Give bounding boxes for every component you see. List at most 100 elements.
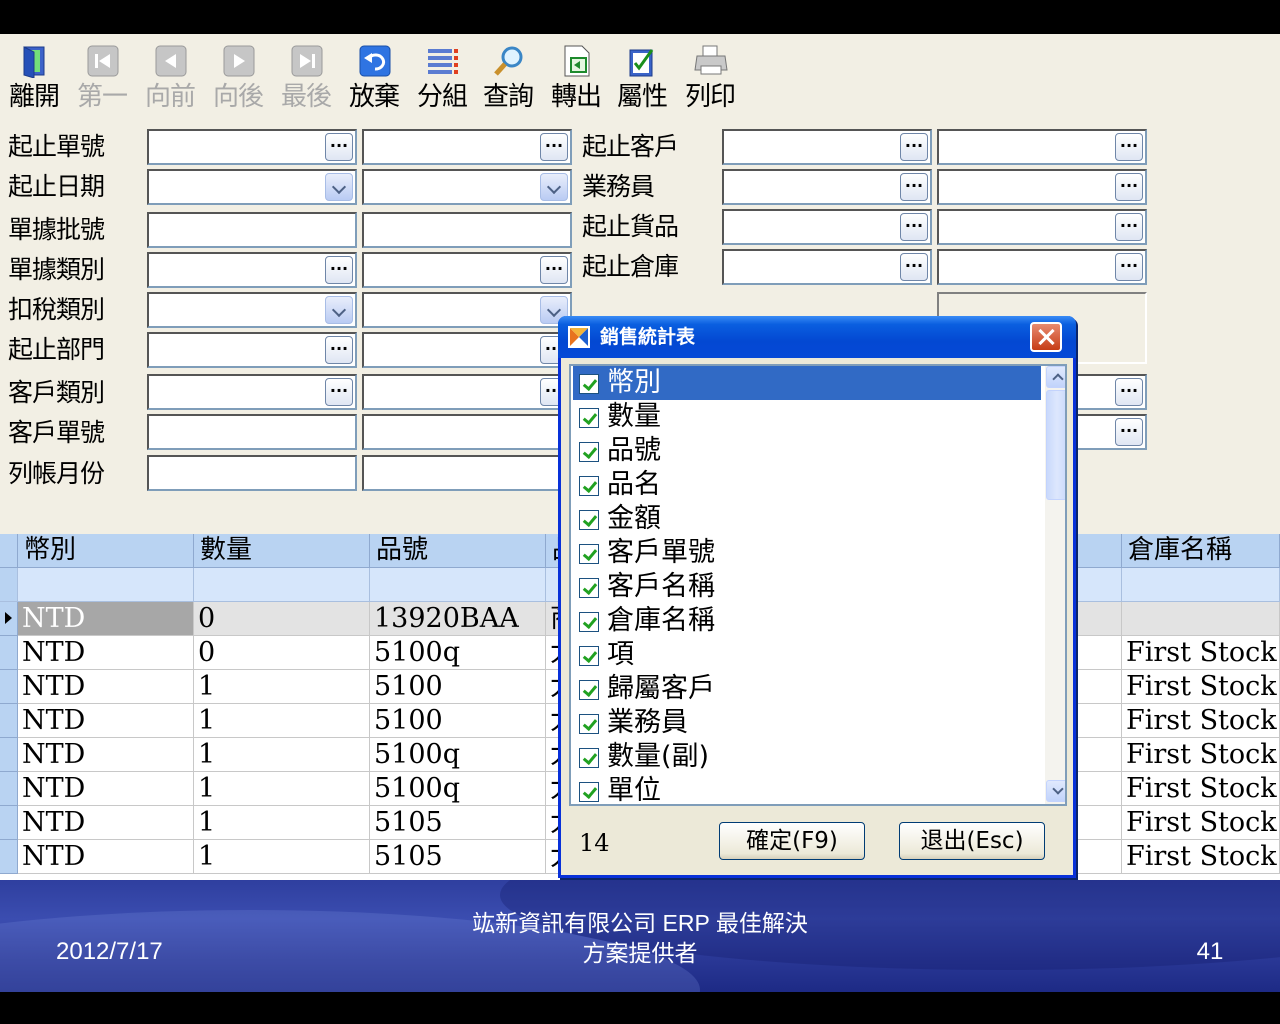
checklist-item[interactable]: 數量	[573, 400, 1041, 434]
checkbox-checked-icon[interactable]	[579, 578, 599, 598]
checklist-item[interactable]: 金額	[573, 502, 1041, 536]
posting-month-from-field[interactable]	[147, 455, 357, 491]
last-record-button[interactable]: 最後	[276, 40, 336, 114]
table-cell[interactable]: 5105	[370, 806, 546, 840]
document-type-from-field[interactable]	[147, 252, 357, 288]
row-indicator[interactable]	[0, 670, 18, 704]
filter-cell[interactable]	[18, 568, 194, 602]
warehouse-to-field[interactable]	[937, 249, 1147, 285]
browse-button[interactable]	[325, 336, 353, 364]
previous-record-button[interactable]: 向前	[140, 40, 200, 114]
browse-button[interactable]	[325, 256, 353, 284]
checkbox-checked-icon[interactable]	[579, 748, 599, 768]
table-cell[interactable]: 1	[194, 840, 370, 874]
checklist-item[interactable]: 項	[573, 638, 1041, 672]
tax-type-to-field[interactable]	[362, 292, 572, 328]
customer-to-field[interactable]	[937, 129, 1147, 165]
column-header-currency[interactable]: 幣別	[18, 534, 194, 568]
checklist-item[interactable]: 幣別	[573, 366, 1041, 400]
table-cell[interactable]: 1	[194, 806, 370, 840]
table-cell[interactable]: First Stock	[1122, 704, 1280, 738]
query-button[interactable]: 查詢	[478, 40, 538, 114]
date-to-field[interactable]	[362, 169, 572, 205]
table-cell[interactable]: 1	[194, 738, 370, 772]
export-button[interactable]: 轉出	[546, 40, 606, 114]
table-cell[interactable]: NTD	[18, 602, 194, 636]
filter-cell[interactable]	[370, 568, 546, 602]
customer-type-to-field[interactable]	[362, 374, 572, 410]
checkbox-checked-icon[interactable]	[579, 374, 599, 394]
print-button[interactable]: 列印	[680, 40, 740, 114]
browse-button[interactable]	[900, 173, 928, 201]
filter-cell[interactable]	[1122, 568, 1280, 602]
table-cell[interactable]: 5100q	[370, 772, 546, 806]
exit-button[interactable]: 離開	[4, 40, 64, 114]
checkbox-checked-icon[interactable]	[579, 680, 599, 700]
confirm-button[interactable]: 確定(F9)	[719, 822, 865, 860]
checklist-item[interactable]: 客戶單號	[573, 536, 1041, 570]
scroll-up-icon[interactable]	[1046, 366, 1065, 388]
table-cell[interactable]: NTD	[18, 840, 194, 874]
salesperson-from-field[interactable]	[722, 169, 932, 205]
column-header-quantity[interactable]: 數量	[194, 534, 370, 568]
filter-cell[interactable]	[194, 568, 370, 602]
browse-button[interactable]	[1115, 213, 1143, 241]
table-cell[interactable]: 5100	[370, 670, 546, 704]
order-no-to-field[interactable]	[362, 129, 572, 165]
checklist-item[interactable]: 單位	[573, 774, 1041, 804]
table-cell[interactable]: First Stock	[1122, 636, 1280, 670]
document-type-to-field[interactable]	[362, 252, 572, 288]
table-cell[interactable]: 1	[194, 704, 370, 738]
table-cell[interactable]: NTD	[18, 670, 194, 704]
checkbox-checked-icon[interactable]	[579, 782, 599, 802]
checklist-item[interactable]: 品號	[573, 434, 1041, 468]
checklist-scrollbar[interactable]	[1045, 366, 1065, 804]
column-header-warehouse-name[interactable]: 倉庫名稱	[1122, 534, 1280, 568]
checkbox-checked-icon[interactable]	[579, 442, 599, 462]
table-cell[interactable]: NTD	[18, 704, 194, 738]
product-to-field[interactable]	[937, 209, 1147, 245]
table-cell[interactable]: 5100	[370, 704, 546, 738]
table-cell[interactable]: NTD	[18, 636, 194, 670]
checkbox-checked-icon[interactable]	[579, 476, 599, 496]
properties-button[interactable]: 屬性	[612, 40, 672, 114]
row-indicator[interactable]	[0, 704, 18, 738]
customer-from-field[interactable]	[722, 129, 932, 165]
browse-button[interactable]	[1115, 133, 1143, 161]
order-no-from-field[interactable]	[147, 129, 357, 165]
checkbox-checked-icon[interactable]	[579, 714, 599, 734]
dropdown-arrow-icon[interactable]	[540, 173, 568, 201]
browse-button[interactable]	[900, 133, 928, 161]
browse-button[interactable]	[1115, 173, 1143, 201]
tax-type-from-field[interactable]	[147, 292, 357, 328]
browse-button[interactable]	[325, 378, 353, 406]
checklist-item[interactable]: 業務員	[573, 706, 1041, 740]
table-cell[interactable]: 0	[194, 636, 370, 670]
checkbox-checked-icon[interactable]	[579, 612, 599, 632]
exit-dialog-button[interactable]: 退出(Esc)	[899, 822, 1045, 860]
table-cell[interactable]: 1	[194, 670, 370, 704]
dropdown-arrow-icon[interactable]	[325, 173, 353, 201]
checklist-item[interactable]: 品名	[573, 468, 1041, 502]
scroll-thumb[interactable]	[1046, 390, 1065, 500]
browse-button[interactable]	[540, 133, 568, 161]
table-cell[interactable]: NTD	[18, 772, 194, 806]
table-cell[interactable]: 5100q	[370, 738, 546, 772]
customer-order-no-from-field[interactable]	[147, 414, 357, 450]
row-indicator[interactable]	[0, 806, 18, 840]
row-indicator[interactable]	[0, 772, 18, 806]
department-from-field[interactable]	[147, 332, 357, 368]
table-cell[interactable]: NTD	[18, 806, 194, 840]
table-cell[interactable]: First Stock	[1122, 772, 1280, 806]
browse-button[interactable]	[900, 213, 928, 241]
batch-no-to-field[interactable]	[362, 212, 572, 248]
product-from-field[interactable]	[722, 209, 932, 245]
table-cell[interactable]	[1122, 602, 1280, 636]
row-indicator[interactable]	[0, 738, 18, 772]
checklist-item[interactable]: 數量(副)	[573, 740, 1041, 774]
close-icon[interactable]	[1030, 322, 1062, 352]
next-record-button[interactable]: 向後	[208, 40, 268, 114]
undo-button[interactable]: 放棄	[344, 40, 404, 114]
checkbox-checked-icon[interactable]	[579, 408, 599, 428]
column-header-product-no[interactable]: 品號	[370, 534, 546, 568]
